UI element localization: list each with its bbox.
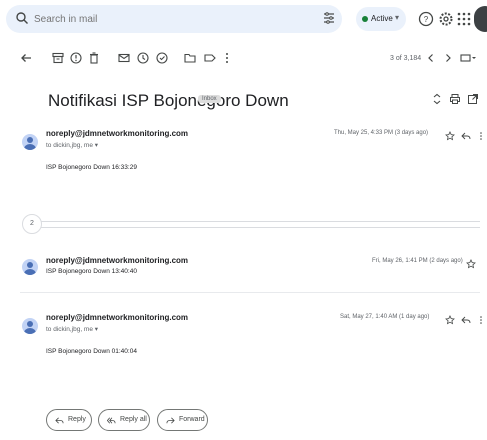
collapsed-divider-top: [40, 221, 480, 222]
message-toolbar: 3 of 3,184: [0, 46, 487, 72]
inbox-label-chip[interactable]: Inbox: [198, 95, 221, 103]
collapsed-messages-count[interactable]: 2: [22, 214, 42, 234]
print-icon[interactable]: [449, 93, 461, 105]
input-tools-icon[interactable]: [459, 51, 477, 65]
collapsed-divider-bottom: [40, 227, 480, 228]
search-icon[interactable]: [15, 11, 29, 25]
star-icon[interactable]: [445, 315, 455, 325]
forward-button[interactable]: Forward: [157, 409, 208, 431]
back-arrow-icon[interactable]: [19, 51, 33, 65]
add-to-tasks-icon[interactable]: [155, 51, 169, 65]
newer-chevron-icon[interactable]: [424, 51, 438, 65]
search-input[interactable]: [34, 11, 294, 27]
older-chevron-icon[interactable]: [441, 51, 455, 65]
move-to-icon[interactable]: [183, 51, 197, 65]
sender-email[interactable]: noreply@jdmnetworkmonitoring.com: [46, 313, 188, 322]
recipients[interactable]: to dickin,jbg, me ▾: [46, 141, 98, 149]
snooze-icon[interactable]: [136, 51, 150, 65]
open-new-window-icon[interactable]: [467, 93, 479, 105]
expand-all-icon[interactable]: [431, 93, 443, 105]
chevron-down-icon: ▾: [395, 13, 400, 22]
sender-avatar: [22, 134, 38, 150]
apps-grid-icon[interactable]: [456, 11, 472, 27]
reply-button[interactable]: Reply: [46, 409, 92, 431]
account-avatar[interactable]: [474, 6, 487, 32]
reply-all-button[interactable]: Reply all: [98, 409, 150, 431]
recipients[interactable]: to dickin,jbg, me ▾: [46, 325, 98, 333]
reply-icon[interactable]: [461, 131, 471, 141]
reply-icon[interactable]: [461, 315, 471, 325]
sender-avatar: [22, 259, 38, 275]
forward-label: Forward: [179, 416, 205, 423]
search-bar[interactable]: [6, 5, 342, 33]
message-date: Fri, May 26, 1:41 PM (2 days ago): [372, 258, 463, 264]
archive-icon[interactable]: [51, 51, 65, 65]
star-icon[interactable]: [445, 131, 455, 141]
reply-all-label: Reply all: [120, 416, 147, 423]
star-icon[interactable]: [466, 259, 476, 269]
active-status-dot: [362, 16, 368, 22]
svg-text:?: ?: [424, 15, 429, 24]
reply-label: Reply: [68, 416, 86, 423]
gear-icon[interactable]: [438, 11, 454, 27]
message-date: Sat, May 27, 1:40 AM (1 day ago): [340, 314, 430, 320]
reply-icon: [55, 417, 64, 424]
search-options-icon[interactable]: [322, 11, 336, 25]
message-snippet: ISP Bojonegoro Down 13:40:40: [46, 268, 137, 275]
message-count: 3 of 3,184: [390, 55, 422, 62]
help-icon[interactable]: ?: [418, 11, 434, 27]
sender-email[interactable]: noreply@jdmnetworkmonitoring.com: [46, 129, 188, 138]
forward-icon: [166, 417, 175, 424]
status-dropdown[interactable]: Active ▾: [356, 7, 406, 31]
label-icon[interactable]: [203, 51, 217, 65]
delete-icon[interactable]: [87, 51, 101, 65]
more-vert-icon[interactable]: [220, 51, 234, 65]
message-body: ISP Bojonegoro Down 01:40:04: [46, 348, 137, 355]
report-spam-icon[interactable]: [69, 51, 83, 65]
message-divider: [20, 292, 480, 293]
top-bar: Active ▾ ?: [0, 0, 487, 38]
mark-unread-icon[interactable]: [117, 51, 131, 65]
reply-all-icon: [107, 417, 116, 424]
message-body: ISP Bojonegoro Down 16:33:29: [46, 164, 137, 171]
sender-avatar: [22, 318, 38, 334]
message-date: Thu, May 25, 4:33 PM (3 days ago): [334, 130, 429, 136]
thread-subject: Notifikasi ISP Bojonegoro Down: [48, 91, 289, 110]
more-vert-icon[interactable]: [476, 315, 486, 325]
status-label: Active: [371, 14, 393, 23]
more-vert-icon[interactable]: [476, 131, 486, 141]
sender-email[interactable]: noreply@jdmnetworkmonitoring.com: [46, 256, 188, 265]
